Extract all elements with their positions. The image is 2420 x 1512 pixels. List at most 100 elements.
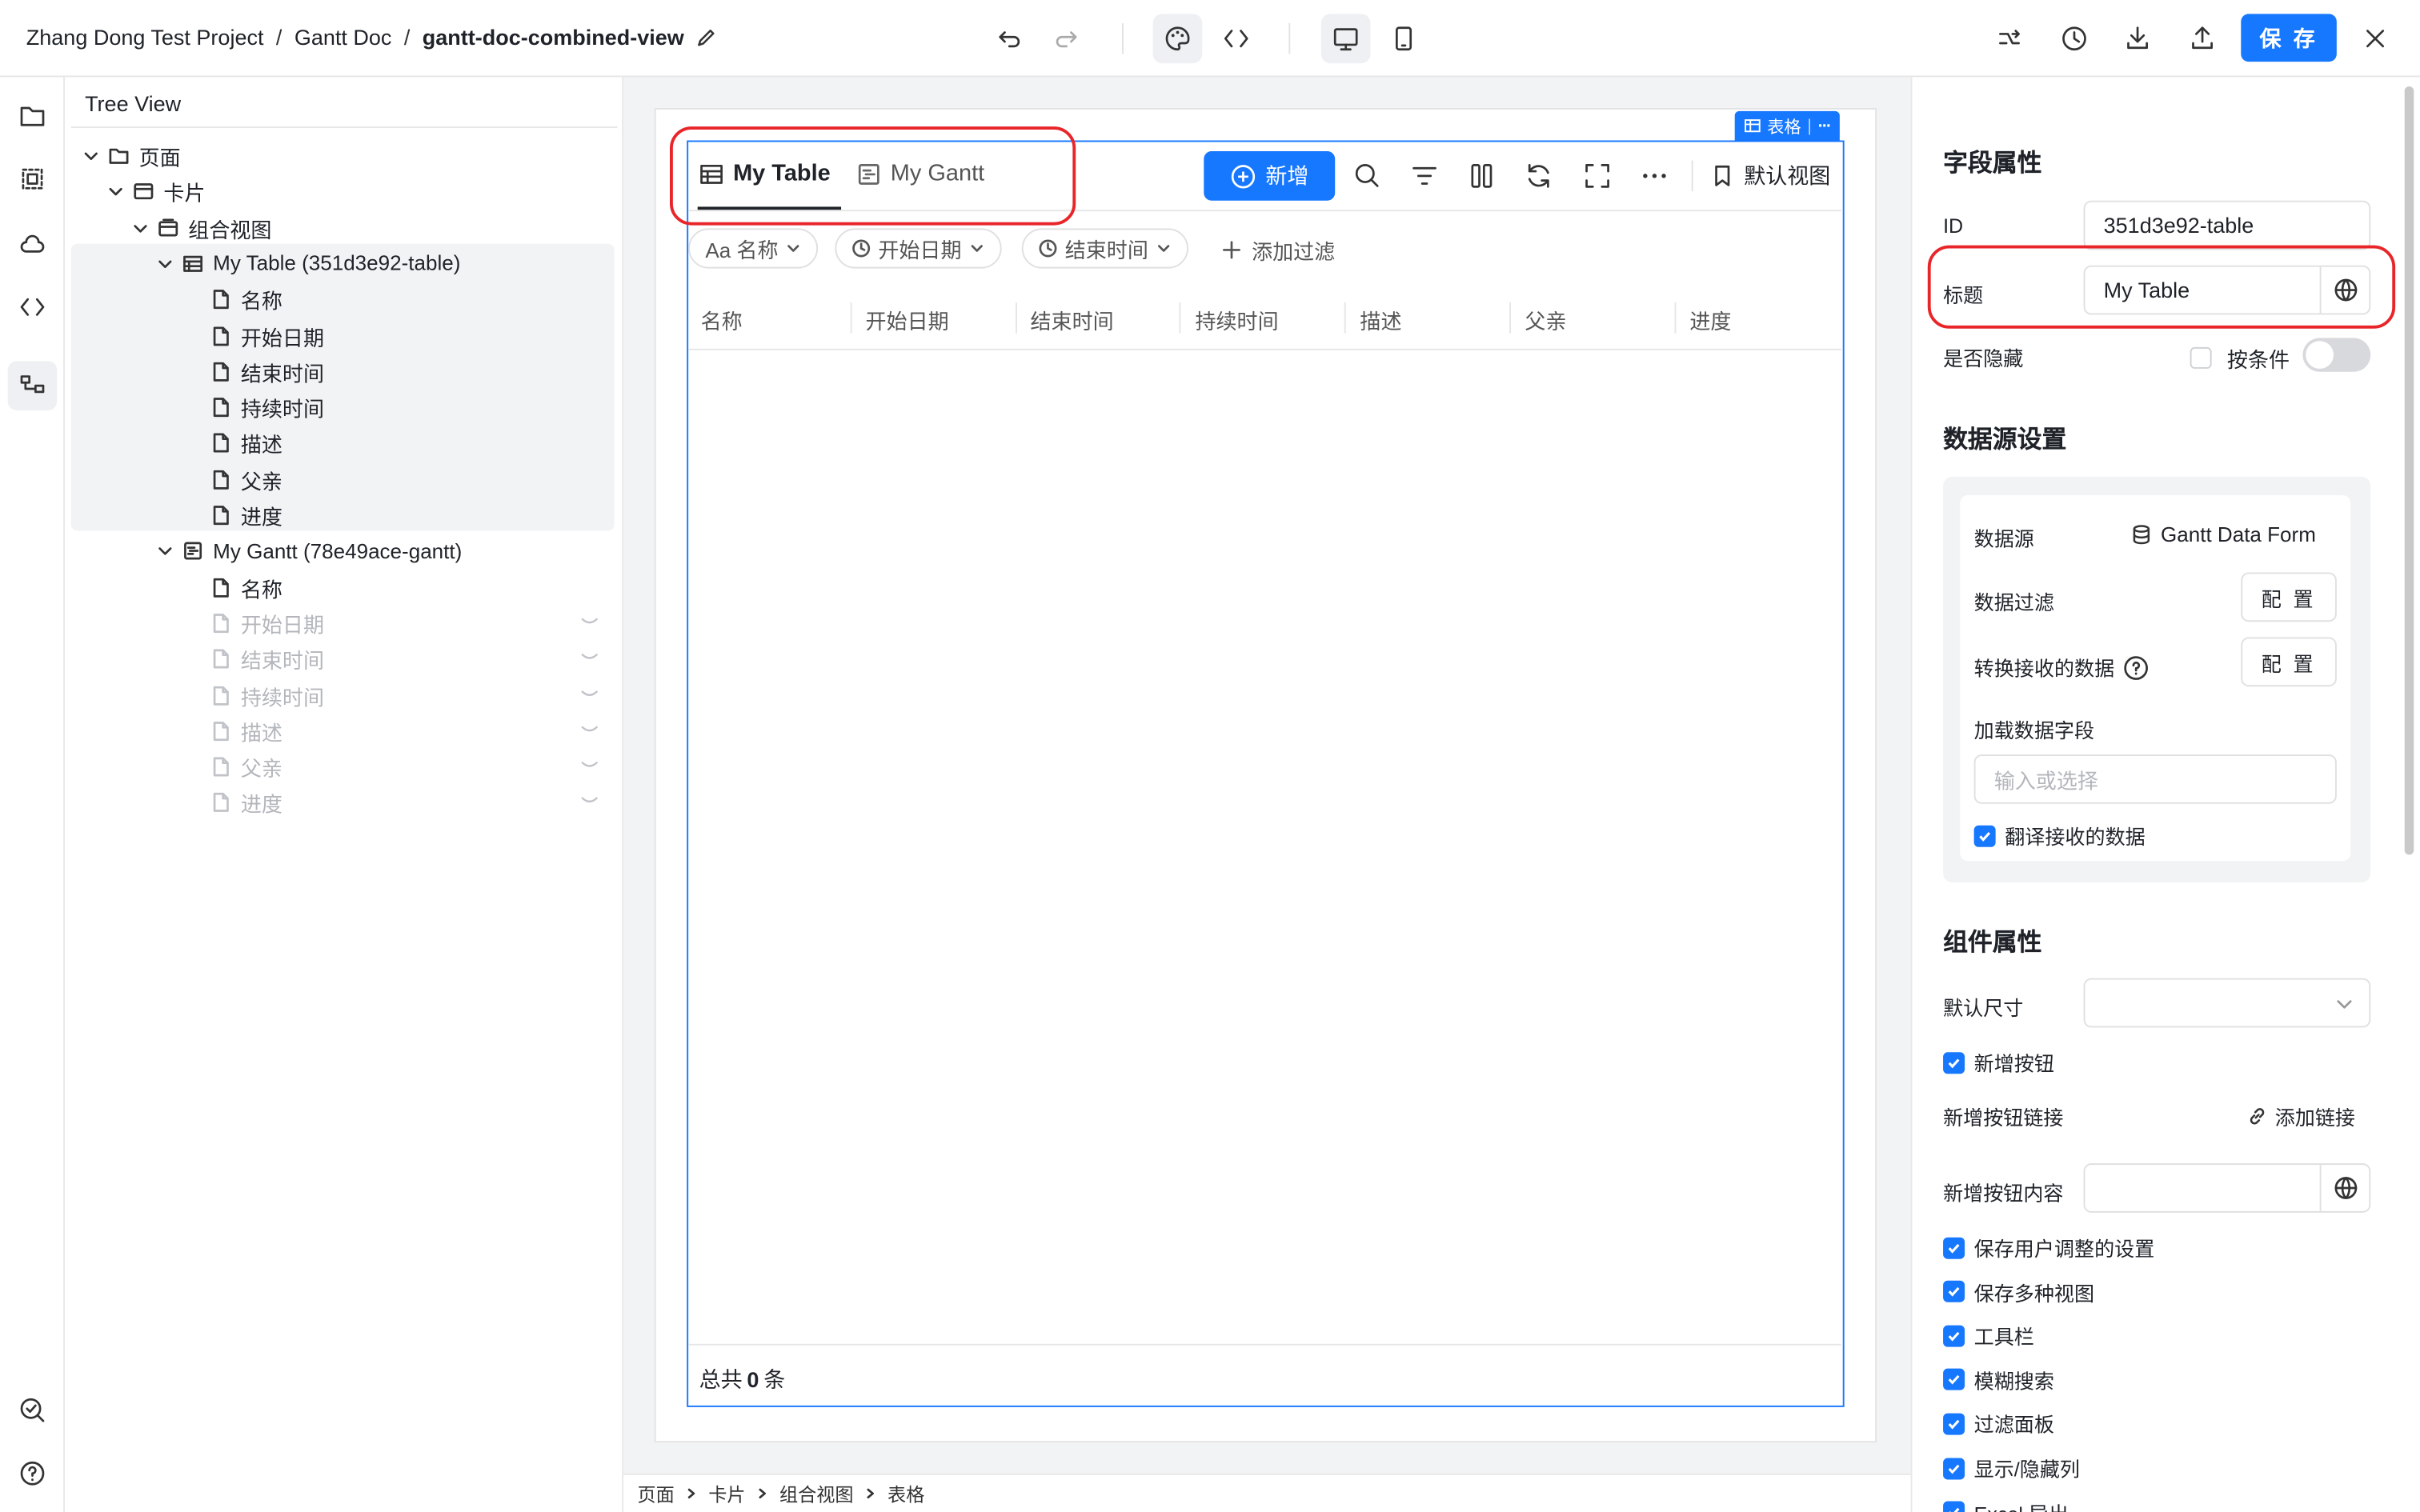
- palette-icon[interactable]: [1152, 14, 1203, 64]
- component-breadcrumb-item[interactable]: 卡片: [708, 1480, 745, 1506]
- tree-node-field[interactable]: 描述: [210, 714, 282, 748]
- translate-checkbox[interactable]: 翻译接收的数据: [1973, 821, 2146, 850]
- tree-node-field[interactable]: 结束时间: [210, 354, 324, 388]
- chevron-down-icon[interactable]: [130, 217, 151, 238]
- check-search-icon[interactable]: [8, 1386, 58, 1435]
- chevron-down-icon[interactable]: [105, 181, 126, 202]
- option-checkbox[interactable]: 工具栏: [1943, 1321, 2034, 1350]
- load-fields-input[interactable]: 输入或选择: [1973, 754, 2337, 804]
- filter-chip-name[interactable]: Aa 名称: [688, 228, 819, 269]
- edit-pencil-icon[interactable]: [696, 27, 716, 47]
- tree-node-card[interactable]: 卡片: [105, 175, 205, 209]
- conditional-checkbox[interactable]: 按条件: [2190, 342, 2290, 374]
- tree-node-field[interactable]: 描述: [210, 426, 282, 460]
- transform-config-button[interactable]: 配 置: [2241, 637, 2337, 687]
- tree-view-icon[interactable]: [7, 361, 58, 410]
- download-icon[interactable]: [2113, 14, 2162, 63]
- datasource-value[interactable]: Gantt Data Form: [2131, 523, 2316, 546]
- add-button-checkbox[interactable]: 新增按钮: [1943, 1047, 2054, 1077]
- filter-chip-end-time[interactable]: 结束时间: [1021, 228, 1188, 269]
- hidden-eye-icon[interactable]: [580, 687, 599, 702]
- column-header[interactable]: 开始日期: [866, 304, 949, 335]
- component-breadcrumb-item[interactable]: 组合视图: [779, 1480, 854, 1506]
- chevron-down-icon[interactable]: [154, 253, 176, 274]
- tree-node-field[interactable]: 父亲: [210, 750, 282, 783]
- save-button[interactable]: 保 存: [2241, 14, 2337, 62]
- properties-scrollbar[interactable]: [2404, 86, 2414, 855]
- columns-icon[interactable]: [1466, 161, 1497, 192]
- column-header[interactable]: 结束时间: [1031, 304, 1114, 335]
- option-checkbox[interactable]: 保存用户调整的设置: [1943, 1233, 2154, 1262]
- chevron-down-icon[interactable]: [80, 145, 102, 166]
- column-header[interactable]: 名称: [701, 304, 743, 335]
- hidden-eye-icon[interactable]: [580, 651, 599, 666]
- tree-node-field[interactable]: 持续时间: [210, 678, 324, 712]
- component-breadcrumb-item[interactable]: 页面: [637, 1480, 674, 1506]
- add-button[interactable]: 新增: [1204, 150, 1336, 201]
- breadcrumb-project[interactable]: Zhang Dong Test Project: [26, 25, 264, 50]
- option-checkbox[interactable]: 模糊搜索: [1943, 1365, 2054, 1394]
- option-checkbox[interactable]: 保存多种视图: [1943, 1277, 2094, 1306]
- connect-icon[interactable]: [1985, 14, 2034, 63]
- id-field[interactable]: 351d3e92-table: [2083, 200, 2371, 250]
- add-link-button[interactable]: 添加链接: [2247, 1102, 2355, 1131]
- tree-node-field[interactable]: 父亲: [210, 462, 282, 496]
- tree-node-field[interactable]: 进度: [210, 498, 282, 532]
- fullscreen-icon[interactable]: [1582, 161, 1613, 192]
- tree-node-field[interactable]: 名称: [210, 282, 282, 316]
- hidden-eye-icon[interactable]: [580, 615, 599, 630]
- data-filter-config-button[interactable]: 配 置: [2241, 572, 2337, 622]
- undo-icon[interactable]: [984, 14, 1034, 63]
- filter-icon[interactable]: [1409, 161, 1440, 192]
- breadcrumb-doc[interactable]: Gantt Doc: [294, 25, 392, 50]
- close-icon[interactable]: [2350, 14, 2400, 63]
- option-checkbox[interactable]: 显示/隐藏列: [1943, 1454, 2080, 1483]
- column-header[interactable]: 父亲: [1525, 304, 1566, 335]
- default-size-select[interactable]: [2083, 978, 2371, 1028]
- tree-node-my-table[interactable]: My Table (351d3e92-table): [154, 246, 461, 280]
- option-checkbox[interactable]: Excel 导出: [1943, 1498, 2069, 1512]
- code-icon[interactable]: [8, 282, 58, 332]
- hidden-eye-icon[interactable]: [580, 795, 599, 810]
- tree-node-page[interactable]: 页面: [80, 139, 181, 173]
- mobile-view-icon[interactable]: [1378, 14, 1428, 63]
- upload-icon[interactable]: [2178, 14, 2227, 63]
- tree-node-field[interactable]: 结束时间: [210, 642, 324, 676]
- globe-icon[interactable]: [2319, 1165, 2370, 1211]
- code-icon[interactable]: [1212, 14, 1261, 63]
- tree-node-field[interactable]: 进度: [210, 786, 282, 819]
- more-icon[interactable]: [1639, 161, 1670, 192]
- file-icon: [213, 578, 229, 597]
- column-header[interactable]: 进度: [1689, 304, 1731, 335]
- tree-node-field[interactable]: 名称: [210, 570, 282, 604]
- tree-node-combined-view[interactable]: 组合视图: [130, 210, 271, 244]
- tree-node-field[interactable]: 开始日期: [210, 606, 324, 640]
- cloud-icon[interactable]: [8, 219, 58, 269]
- more-icon[interactable]: ···: [1818, 117, 1832, 135]
- folder-icon[interactable]: [8, 91, 58, 141]
- chevron-down-icon[interactable]: [154, 541, 176, 562]
- filter-chip-start-date[interactable]: 开始日期: [835, 228, 1002, 269]
- column-header[interactable]: 持续时间: [1195, 304, 1278, 335]
- select-area-icon[interactable]: [8, 154, 58, 204]
- help-icon[interactable]: [8, 1449, 58, 1498]
- default-view-button[interactable]: 默认视图: [1710, 161, 1830, 192]
- column-header[interactable]: 描述: [1360, 304, 1401, 335]
- desktop-view-icon[interactable]: [1320, 14, 1371, 64]
- add-button-content-field[interactable]: [2083, 1163, 2371, 1213]
- component-breadcrumb-item[interactable]: 表格: [887, 1480, 924, 1506]
- tree-node-field[interactable]: 开始日期: [210, 318, 324, 352]
- search-icon[interactable]: [1352, 161, 1383, 192]
- help-icon[interactable]: [2124, 655, 2149, 680]
- option-checkbox[interactable]: 过滤面板: [1943, 1410, 2054, 1439]
- tree-node-field[interactable]: 持续时间: [210, 390, 324, 424]
- refresh-icon[interactable]: [1523, 161, 1554, 192]
- hidden-eye-icon[interactable]: [580, 759, 599, 774]
- hidden-toggle[interactable]: [2302, 338, 2371, 372]
- component-tag[interactable]: 表格 | ···: [1734, 110, 1840, 141]
- hidden-eye-icon[interactable]: [580, 723, 599, 738]
- add-filter-button[interactable]: 添加过滤: [1220, 234, 1335, 266]
- history-icon[interactable]: [2049, 14, 2099, 63]
- redo-icon[interactable]: [1042, 14, 1092, 63]
- tree-node-my-gantt[interactable]: My Gantt (78e49ace-gantt): [154, 534, 462, 568]
